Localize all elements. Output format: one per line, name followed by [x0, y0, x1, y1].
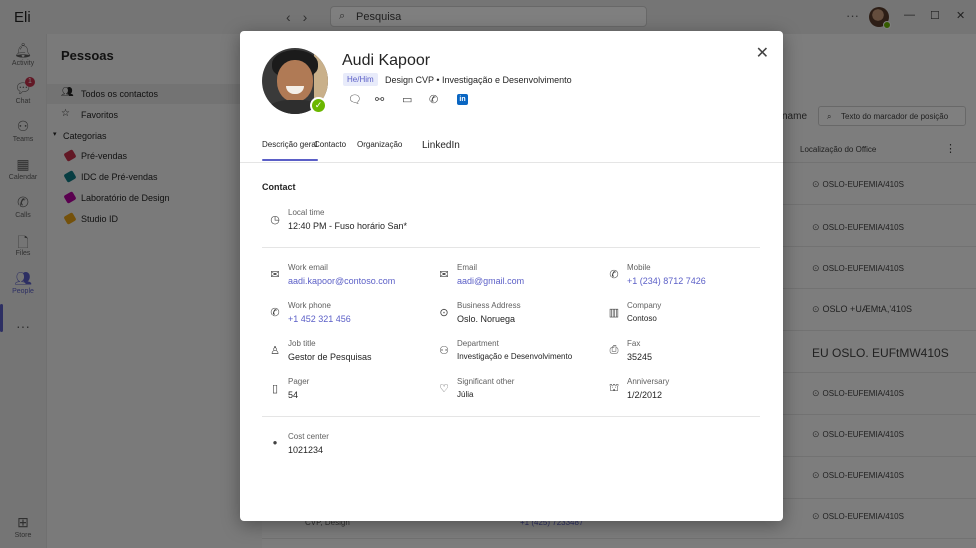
contact-title: Design CVP • Investigação e Desenvolvime…: [385, 75, 572, 85]
mobile-link[interactable]: +1 (234) 8712 7426: [627, 276, 706, 286]
cake-icon: ⛫: [608, 382, 620, 394]
section-title: Contact: [262, 182, 296, 192]
divider: [262, 247, 760, 248]
contact-card-dialog: ✕ ✓ Audi Kapoor He/Him Design CVP • Inve…: [240, 31, 783, 521]
pager-icon: ▯: [271, 383, 279, 395]
presence-available-icon: ✓: [310, 97, 327, 114]
work-phone-link[interactable]: +1 452 321 456: [288, 314, 351, 324]
phone-icon: ✆: [609, 269, 619, 281]
email-link[interactable]: aadi@gmail.com: [457, 276, 524, 286]
fax-icon: ⎙: [609, 344, 619, 356]
phone-icon: ✆: [270, 307, 280, 319]
tab-overview[interactable]: Descrição geral: [262, 140, 318, 161]
contact-name: Audi Kapoor: [342, 52, 431, 69]
phone-icon[interactable]: ✆: [429, 93, 438, 106]
chat-icon[interactable]: 🗨︎: [348, 93, 362, 106]
org-chart-icon[interactable]: ⚯: [375, 93, 384, 106]
divider: [262, 416, 760, 417]
clock-icon: ◷: [270, 214, 280, 226]
person-icon: ♙: [270, 345, 280, 357]
mail-icon: ✉: [270, 269, 280, 281]
location-pin-icon: ⊙: [439, 307, 449, 319]
pronouns-badge: He/Him: [343, 73, 378, 86]
heart-icon: ♡: [439, 383, 449, 395]
tab-linkedin[interactable]: LinkedIn: [422, 140, 460, 151]
linkedin-icon[interactable]: in: [457, 94, 468, 105]
close-icon[interactable]: ✕: [756, 43, 769, 63]
people-group-icon: ⚇: [439, 345, 449, 357]
building-icon: ▥: [608, 307, 620, 319]
tab-organization[interactable]: Organização: [357, 140, 402, 149]
bullet-icon: ●: [272, 438, 278, 447]
work-email-link[interactable]: aadi.kapoor@contoso.com: [288, 276, 395, 286]
tab-contact[interactable]: Contacto: [314, 140, 346, 149]
video-call-icon[interactable]: ▭: [402, 93, 412, 106]
card-tabs: Descrição geral Contacto Organização Lin…: [240, 136, 783, 163]
mail-icon: ✉: [439, 269, 449, 281]
